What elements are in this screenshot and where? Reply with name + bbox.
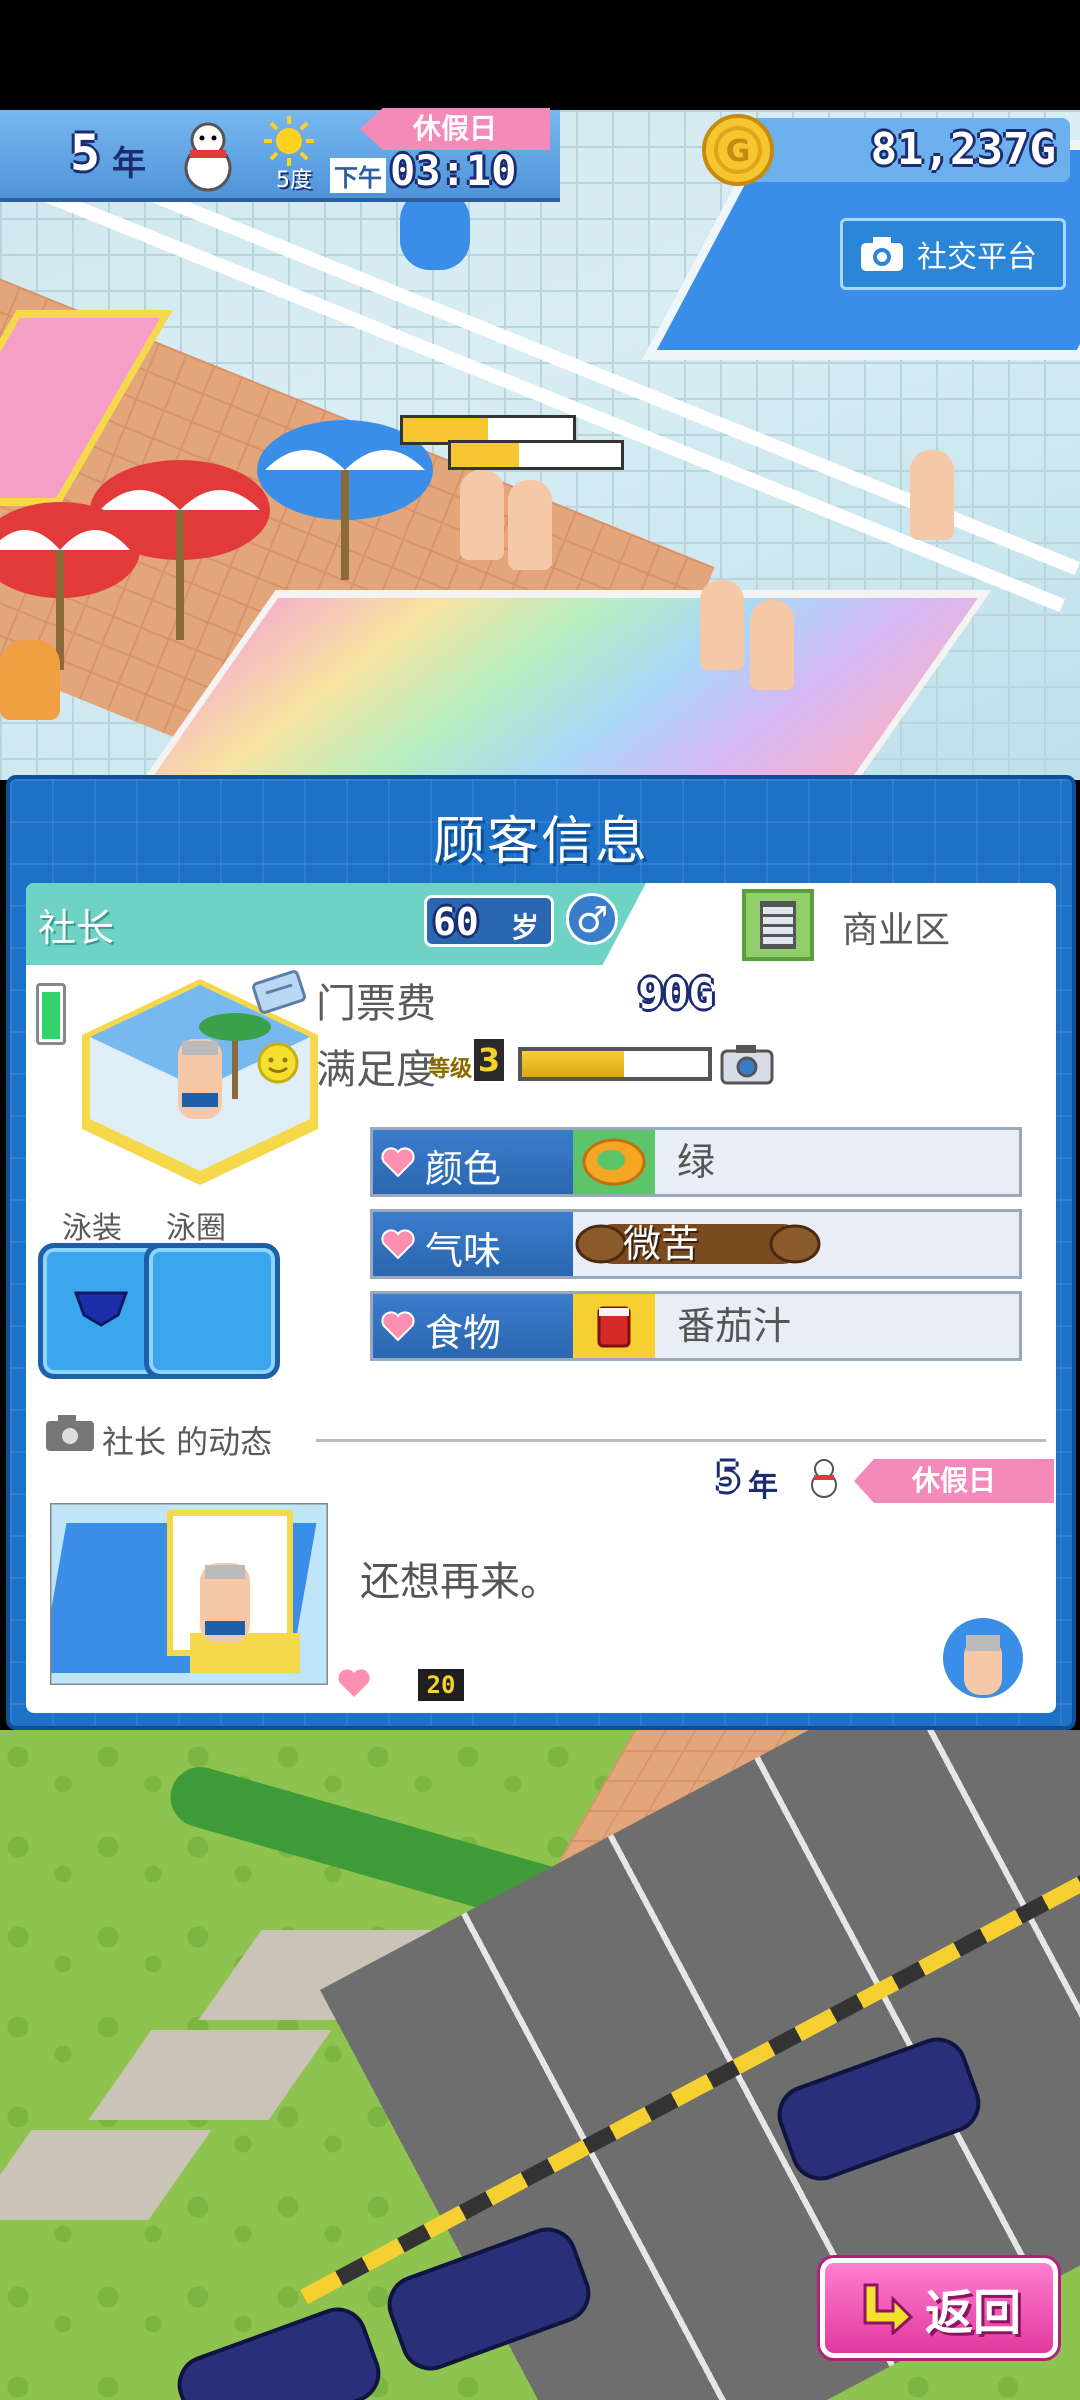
pref-row-color: 颜色 绿 <box>370 1127 1022 1197</box>
time-period: 下午 <box>330 158 386 193</box>
pref-value: 番茄汁 <box>677 1304 792 1348</box>
pref-row-food: 食物 番茄汁 <box>370 1291 1022 1361</box>
sun-icon <box>264 116 314 166</box>
heart-icon <box>381 1229 415 1260</box>
satisfaction-bar-fill <box>522 1051 625 1077</box>
status-bar <box>0 0 1080 110</box>
snowman-icon <box>184 122 232 192</box>
heart-icon <box>381 1147 415 1178</box>
customer-card: 社长 60 岁 ♂ 商业区 泳装 泳圈 门票费 90G 满足度 等级 3 颜色 … <box>26 883 1056 1713</box>
activity-message: 还想再来。 <box>360 1559 560 1605</box>
camera-icon <box>46 1415 94 1451</box>
ticket-fee-label: 门票费 <box>316 981 436 1027</box>
back-button-label: 返回 <box>924 2285 1021 2341</box>
gold-coin-icon: G <box>702 114 774 186</box>
building-icon <box>742 889 814 961</box>
customer-name: 社长 <box>38 906 115 950</box>
satisfaction-bar <box>518 1047 712 1081</box>
float-slot[interactable] <box>144 1243 280 1379</box>
pref-label-box: 气味 <box>373 1212 573 1276</box>
pref-label: 食物 <box>425 1311 502 1355</box>
camera-icon <box>861 237 903 271</box>
money-display: G 81,237G <box>702 114 1070 186</box>
pref-label-box: 食物 <box>373 1294 573 1358</box>
temperature: 5度 <box>276 168 312 193</box>
stone-path <box>0 2130 212 2220</box>
cat-mascot[interactable] <box>0 640 60 720</box>
pref-label: 气味 <box>425 1229 502 1273</box>
guest-sprite[interactable] <box>508 480 552 570</box>
snowman-icon <box>811 1459 837 1498</box>
activity-day-type-badge: 休假日 <box>854 1459 1054 1503</box>
color-swatch-icon <box>573 1130 655 1194</box>
satisfaction-level-label: 等级 <box>428 1057 473 1082</box>
day-type-badge: 休假日 <box>360 108 550 150</box>
guest-sprite[interactable] <box>700 580 744 670</box>
battery-icon <box>36 983 66 1045</box>
money-amount: 81,237G <box>870 124 1056 175</box>
camera-icon[interactable] <box>720 1043 774 1087</box>
ticket-fee-value: 90G <box>638 969 714 1018</box>
year-number: 5 <box>70 124 101 182</box>
guest-status-bar <box>448 440 624 470</box>
game-scene-top[interactable] <box>0 110 1080 780</box>
guest-sprite[interactable] <box>460 470 504 560</box>
float-label: 泳圈 <box>166 1211 226 1246</box>
divider <box>316 1439 1046 1442</box>
pref-label: 颜色 <box>425 1147 502 1191</box>
smiley-icon <box>257 1042 299 1084</box>
ticket-icon <box>252 970 306 1014</box>
dialog-title: 顾客信息 <box>432 812 649 872</box>
pref-value: 微苦 <box>623 1222 700 1266</box>
back-button[interactable]: 返回 <box>820 2258 1058 2358</box>
age-number: 60 <box>433 900 479 944</box>
pref-label-box: 颜色 <box>373 1130 573 1194</box>
tomato-juice-icon <box>573 1294 655 1358</box>
heart-icon[interactable] <box>336 1667 372 1699</box>
like-count: 20 <box>418 1669 464 1701</box>
heart-icon <box>381 1311 415 1342</box>
guest-sprite[interactable] <box>750 600 794 690</box>
district-label: 商业区 <box>842 910 951 951</box>
age-badge: 60 岁 <box>424 895 554 947</box>
guest-sprite[interactable] <box>400 190 470 270</box>
age-unit: 岁 <box>511 911 540 944</box>
stone-path <box>88 2030 332 2120</box>
customer-info-dialog: 顾客信息 社长 60 岁 ♂ 商业区 泳装 泳圈 门票费 90G 满足度 等级 … <box>6 775 1076 1730</box>
pref-value: 绿 <box>677 1140 716 1184</box>
satisfaction-level: 3 <box>474 1039 504 1081</box>
return-arrow-icon <box>863 2283 914 2335</box>
customer-avatar[interactable] <box>938 1613 1028 1703</box>
satisfaction-label: 满足度 <box>316 1047 436 1093</box>
gender-male-icon: ♂ <box>566 893 618 945</box>
activity-header: 社长 的动态 <box>102 1423 273 1461</box>
year-unit: 年 <box>112 144 146 184</box>
activity-year-number: 5 <box>716 1455 741 1501</box>
parked-car[interactable] <box>169 2299 389 2400</box>
swimsuit-label: 泳装 <box>62 1211 122 1246</box>
guest-sprite[interactable] <box>910 450 954 540</box>
social-platform-label: 社交平台 <box>917 240 1037 275</box>
customer-name-bar: 社长 60 岁 ♂ <box>26 883 646 965</box>
activity-photo[interactable] <box>50 1503 328 1685</box>
activity-year-unit: 年 <box>748 1469 778 1504</box>
clock-time: 03:10 <box>390 146 517 195</box>
pref-row-smell: 气味 微苦 <box>370 1209 1022 1279</box>
social-platform-button[interactable]: 社交平台 <box>840 218 1066 290</box>
svg-text:G: G <box>726 134 751 169</box>
